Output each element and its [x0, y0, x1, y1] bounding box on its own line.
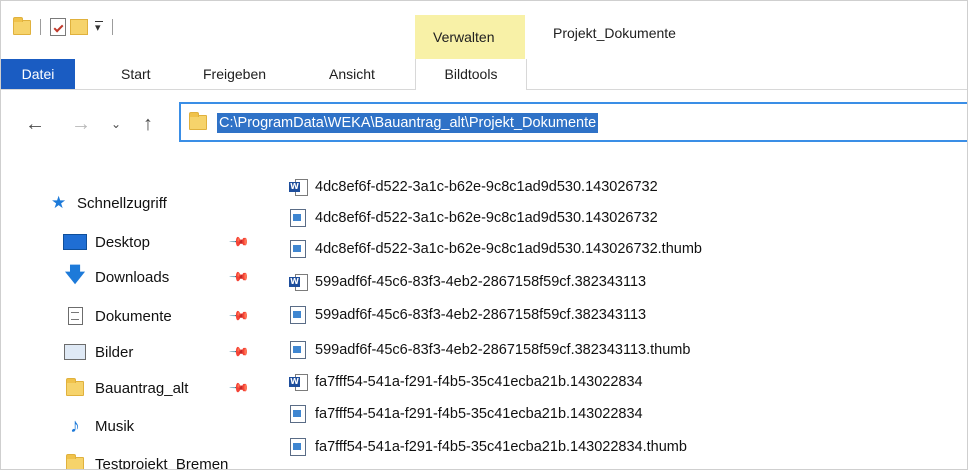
- sidebar-item-label: Bilder: [95, 343, 134, 361]
- sidebar-item-desktop[interactable]: Desktop 📌: [63, 225, 263, 259]
- tab-share[interactable]: Freigeben: [203, 59, 266, 89]
- desktop-icon: [63, 232, 87, 252]
- pictures-icon: [63, 342, 87, 362]
- sidebar-item-label: Bauantrag_alt: [95, 379, 189, 397]
- pin-icon: 📌: [228, 376, 251, 399]
- address-bar[interactable]: C:\ProgramData\WEKA\Bauantrag_alt\Projek…: [179, 102, 967, 142]
- sidebar-item-pictures[interactable]: Bilder 📌: [63, 335, 263, 369]
- image-file-icon: [287, 405, 309, 423]
- list-item[interactable]: W 4dc8ef6f-d522-3a1c-b62e-9c8c1ad9d530.1…: [287, 175, 658, 199]
- recent-locations-chevron-icon[interactable]: ⌄: [111, 117, 121, 131]
- image-file-icon: [287, 209, 309, 227]
- list-item[interactable]: fa7fff54-541a-f291-f4b5-35c41ecba21b.143…: [287, 402, 643, 426]
- sidebar-item-music[interactable]: ♪ Musik: [63, 409, 263, 443]
- folder-icon: [63, 377, 87, 398]
- customize-toolbar-icon[interactable]: ▾: [95, 21, 103, 34]
- sidebar-item-label: Musik: [95, 417, 135, 435]
- pin-icon: 📌: [228, 340, 251, 363]
- file-name: fa7fff54-541a-f291-f4b5-35c41ecba21b.143…: [315, 374, 643, 390]
- back-arrow-icon[interactable]: ←: [25, 113, 45, 136]
- pin-icon: 📌: [228, 230, 251, 253]
- tab-view[interactable]: Ansicht: [329, 59, 375, 89]
- sidebar-item-label: Dokumente: [95, 307, 172, 325]
- list-item[interactable]: W fa7fff54-541a-f291-f4b5-35c41ecba21b.1…: [287, 370, 643, 394]
- file-name: 599adf6f-45c6-83f3-4eb2-2867158f59cf.382…: [315, 342, 691, 358]
- manage-context-label: Verwalten: [433, 29, 495, 45]
- star-icon: ★: [51, 193, 67, 212]
- word-document-icon: W: [287, 273, 309, 291]
- list-item[interactable]: 4dc8ef6f-d522-3a1c-b62e-9c8c1ad9d530.143…: [287, 206, 658, 230]
- pin-icon: 📌: [228, 265, 251, 288]
- sidebar-item-label: Schnellzugriff: [77, 194, 167, 212]
- list-item[interactable]: 4dc8ef6f-d522-3a1c-b62e-9c8c1ad9d530.143…: [287, 237, 702, 261]
- word-document-icon: W: [287, 178, 309, 196]
- image-file-icon: [287, 240, 309, 258]
- file-explorer-window: ▾ Verwalten Projekt_Dokumente Datei Star…: [0, 0, 968, 470]
- toolbar-separator: [40, 19, 41, 35]
- documents-icon: [63, 306, 87, 326]
- list-item[interactable]: fa7fff54-541a-f291-f4b5-35c41ecba21b.143…: [287, 435, 687, 459]
- image-file-icon: [287, 341, 309, 359]
- sidebar-item-documents[interactable]: Dokumente 📌: [63, 299, 263, 333]
- file-name: fa7fff54-541a-f291-f4b5-35c41ecba21b.143…: [315, 439, 687, 455]
- ribbon-tabs: Datei Start Freigeben Ansicht Bildtools: [1, 59, 967, 90]
- sidebar-item-bauantrag-alt[interactable]: Bauantrag_alt 📌: [63, 371, 263, 405]
- new-folder-icon[interactable]: [70, 19, 88, 35]
- window-title: Projekt_Dokumente: [553, 25, 676, 41]
- file-name: 4dc8ef6f-d522-3a1c-b62e-9c8c1ad9d530.143…: [315, 210, 658, 226]
- sidebar-item-label: Downloads: [95, 268, 170, 286]
- image-file-icon: [287, 306, 309, 324]
- list-item[interactable]: W 599adf6f-45c6-83f3-4eb2-2867158f59cf.3…: [287, 270, 646, 294]
- sidebar-item-label: Desktop: [95, 233, 151, 251]
- pin-icon: 📌: [228, 304, 251, 327]
- file-name: 599adf6f-45c6-83f3-4eb2-2867158f59cf.382…: [315, 307, 647, 323]
- list-item[interactable]: 599adf6f-45c6-83f3-4eb2-2867158f59cf.382…: [287, 338, 690, 362]
- sidebar-item-quick-access[interactable]: ★ Schnellzugriff: [51, 193, 167, 213]
- navigation-pane: ★ Schnellzugriff Desktop 📌 🡇 Downloads 📌…: [1, 177, 271, 469]
- sidebar-item-label: Testprojekt_Bremen: [95, 455, 229, 470]
- title-bar: ▾ Verwalten Projekt_Dokumente: [1, 1, 967, 59]
- folder-icon: [189, 112, 207, 130]
- word-document-icon: W: [287, 373, 309, 391]
- download-icon: 🡇: [64, 264, 86, 286]
- music-icon: ♪: [70, 414, 80, 437]
- tab-file[interactable]: Datei: [1, 59, 75, 89]
- toolbar-separator: [112, 19, 113, 35]
- file-name: 4dc8ef6f-d522-3a1c-b62e-9c8c1ad9d530.143…: [315, 241, 702, 257]
- file-list: W 4dc8ef6f-d522-3a1c-b62e-9c8c1ad9d530.1…: [287, 177, 967, 469]
- forward-arrow-icon[interactable]: →: [71, 113, 91, 136]
- sidebar-item-downloads[interactable]: 🡇 Downloads 📌: [63, 260, 263, 294]
- file-name: 4dc8ef6f-d522-3a1c-b62e-9c8c1ad9d530.143…: [315, 179, 658, 195]
- properties-icon[interactable]: [50, 18, 66, 36]
- tab-picture-tools[interactable]: Bildtools: [415, 59, 527, 90]
- folder-icon: [13, 16, 31, 35]
- image-file-icon: [287, 438, 309, 456]
- list-item[interactable]: 599adf6f-45c6-83f3-4eb2-2867158f59cf.382…: [287, 303, 646, 327]
- sidebar-item-testprojekt-bremen[interactable]: Testprojekt_Bremen: [63, 447, 263, 470]
- tab-start[interactable]: Start: [121, 59, 151, 89]
- folder-icon: [63, 453, 87, 469]
- file-name: fa7fff54-541a-f291-f4b5-35c41ecba21b.143…: [315, 406, 643, 422]
- up-arrow-icon[interactable]: ↑: [143, 113, 153, 136]
- quick-access-toolbar: ▾: [13, 15, 122, 39]
- file-name: 599adf6f-45c6-83f3-4eb2-2867158f59cf.382…: [315, 274, 647, 290]
- address-path-input[interactable]: C:\ProgramData\WEKA\Bauantrag_alt\Projek…: [217, 113, 599, 133]
- navigation-bar: ← → ⌄ ↑ C:\ProgramData\WEKA\Bauantrag_al…: [1, 99, 967, 159]
